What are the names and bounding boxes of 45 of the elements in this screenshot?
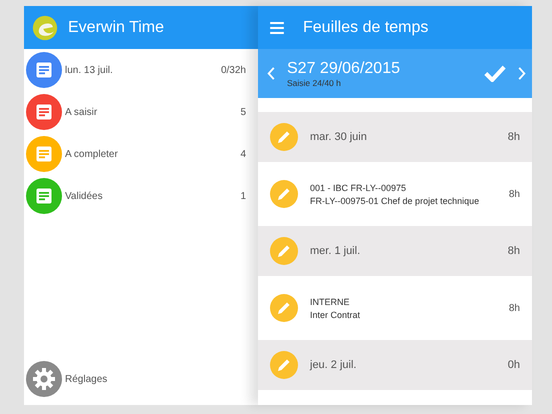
entry-row[interactable]: INTERNE Inter Contrat 8h — [258, 276, 532, 340]
entry-project: INTERNE — [310, 296, 351, 306]
pencil-icon[interactable] — [270, 294, 298, 322]
entry-hours: 8h — [508, 188, 520, 200]
pencil-icon[interactable] — [270, 351, 298, 379]
day-hours: 0h — [508, 359, 520, 371]
item-count: 4 — [240, 148, 246, 160]
item-label: Réglages — [65, 374, 108, 384]
day-hours: 8h — [508, 245, 520, 257]
item-count: 1 — [240, 190, 246, 202]
next-icon[interactable] — [518, 67, 526, 80]
day-label: mar. 30 juin — [310, 131, 368, 143]
drawer-item[interactable]: A saisir 5 — [24, 94, 258, 130]
week-title: S27 29/06/2015 — [287, 60, 401, 78]
week-subtitle: Saisie 24/40 h — [287, 78, 342, 88]
entry-hours: 8h — [508, 302, 520, 314]
entry-task: Inter Contrat — [310, 310, 362, 320]
entry-row[interactable]: 001 - IBC FR-LY--00975 FR-LY--00975-01 Chef de projet technique 8h — [258, 162, 532, 226]
drawer-item[interactable]: Validées 1 — [24, 178, 258, 214]
day-label: mer. 1 juil. — [310, 245, 362, 257]
drawer-item[interactable]: lun. 13 juil. 0/32h — [24, 52, 258, 88]
pencil-icon[interactable] — [270, 237, 298, 265]
item-count: 5 — [240, 106, 246, 118]
item-label: lun. 13 juil. — [65, 64, 114, 76]
entry-task: FR-LY--00975-01 Chef de projet technique — [310, 196, 480, 206]
day-row[interactable]: jeu. 2 juil. 0h — [258, 340, 532, 390]
previous-icon[interactable] — [267, 67, 275, 80]
menu-icon[interactable] — [270, 22, 284, 34]
day-row[interactable]: mer. 1 juil. 8h — [258, 226, 532, 276]
screen-title: Feuilles de temps — [303, 18, 428, 36]
item-label: A completer — [65, 148, 119, 160]
item-count: 0/32h — [220, 64, 246, 76]
item-label: Validées — [65, 190, 104, 202]
logo-icon — [32, 14, 58, 40]
pencil-icon[interactable] — [270, 123, 298, 151]
drawer-item[interactable]: A completer 4 — [24, 136, 258, 172]
settings-item[interactable]: Réglages — [24, 361, 258, 397]
pencil-icon[interactable] — [270, 180, 298, 208]
app-title: Everwin Time — [68, 18, 164, 36]
entry-project: 001 - IBC FR-LY--00975 — [310, 182, 408, 192]
day-label: jeu. 2 juil. — [310, 359, 358, 371]
day-row[interactable]: mar. 30 juin 8h — [258, 112, 532, 162]
item-label: A saisir — [65, 106, 98, 118]
day-hours: 8h — [508, 131, 520, 143]
check-icon[interactable] — [484, 65, 506, 82]
